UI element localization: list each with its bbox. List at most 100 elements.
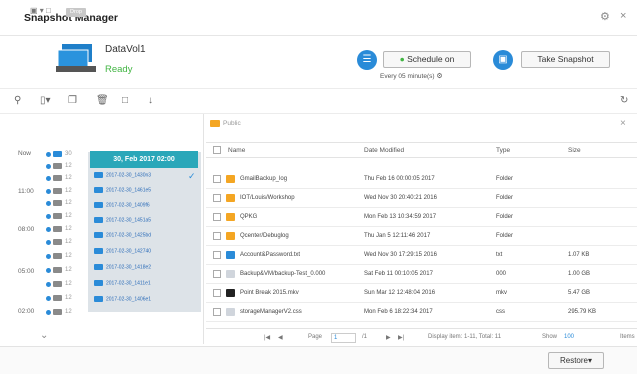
first-page-icon[interactable]: |◀ [264,334,270,341]
timeline-snapshot-icon[interactable] [53,213,62,219]
breadcrumb[interactable]: Public [210,120,241,127]
settings-icon[interactable]: ⚙ [600,10,610,23]
copy-icon[interactable]: ❐ [68,95,77,106]
timeline-date: 30 [65,151,72,157]
snapshot-item[interactable]: 2017-02-30_1425bd [94,232,151,238]
gear-icon[interactable]: ⚙ [436,73,442,80]
take-snapshot-button[interactable]: Take Snapshot [521,51,610,68]
file-name: QPKG [240,214,258,220]
snapshot-item-label: 2017-02-30_1425bd [106,232,152,239]
timeline-dot[interactable] [46,282,51,287]
schedule-button[interactable]: ● Schedule on [383,51,471,68]
row-checkbox[interactable] [213,251,221,259]
timeline-dot[interactable] [46,152,51,157]
row-checkbox[interactable] [213,175,221,183]
search-icon[interactable]: ⚲ [14,95,21,106]
snapshot-item-label: 2017-02-30_1409f6 [106,202,150,209]
row-checkbox[interactable] [213,194,221,202]
row-checkbox[interactable] [213,232,221,240]
snapshot-item[interactable]: 2017-02-30_1409f6 [94,202,150,208]
view-mode-icon[interactable]: ▯▾ [40,95,51,106]
row-checkbox[interactable] [213,270,221,278]
timeline-dot[interactable] [46,214,51,219]
table-row[interactable]: Point Break 2015.mkv Sun Mar 12 12:48:04… [206,284,637,303]
prev-page-icon[interactable]: ◀ [278,334,283,341]
file-date: Wed Nov 30 20:40:21 2016 [364,195,437,201]
table-row[interactable]: Account&Password.txt Wed Nov 30 17:29:15… [206,246,637,265]
delete-icon[interactable]: 🗑 [96,95,109,106]
selected-snapshot-header[interactable]: 30, Feb 2017 02:00 [90,151,198,168]
timeline-dot[interactable] [46,201,51,206]
column-header-size[interactable]: Size [568,147,581,154]
table-row[interactable]: QPKG Mon Feb 13 10:34:59 2017 Folder [206,208,637,227]
row-checkbox[interactable] [213,289,221,297]
timeline-date: 12 [65,163,72,169]
timeline-dot[interactable] [46,268,51,273]
table-row[interactable]: IOT/Louis/Workshop Wed Nov 30 20:40:21 2… [206,189,637,208]
timeline-dot[interactable] [46,189,51,194]
table-row[interactable]: storageManagerV2.css Mon Feb 6 18:22:34 … [206,303,637,322]
layout-toggle-icon[interactable]: ▣ ▾ □ [30,6,51,15]
chevron-down-icon[interactable]: ⌄ [40,330,48,341]
snapshot-icon [94,296,103,302]
timeline-dot[interactable] [46,240,51,245]
timeline-snapshot-icon[interactable] [53,175,62,181]
snapshot-item[interactable]: 2017-02-30_142740 [94,248,151,254]
table-row[interactable]: Backup&VM/backup-Test_0.000 Sat Feb 11 0… [206,265,637,284]
doc-file-icon [226,270,235,278]
restore-button[interactable]: Restore▾ [548,352,604,369]
table-row[interactable]: Qcenter/Debuglog Thu Jan 5 12:11:46 2017… [206,227,637,246]
snapshot-icon [94,217,103,223]
select-all-checkbox[interactable] [213,146,221,154]
snapshot-item[interactable]: 2017-02-30_1461e5 [94,187,151,193]
snapshot-item[interactable]: 2017-02-30_1406e1 [94,296,151,302]
timeline-snapshot-icon[interactable] [53,281,62,287]
timeline-dot[interactable] [46,310,51,315]
timeline-dot[interactable] [46,227,51,232]
snapshot-item[interactable]: 2017-02-30_1451a5 [94,217,151,223]
timeline-snapshot-icon[interactable] [53,239,62,245]
timeline-dot[interactable] [46,296,51,301]
timeline-snapshot-icon[interactable] [53,200,62,206]
timeline-dot[interactable] [46,254,51,259]
next-page-icon[interactable]: ▶ [386,334,391,341]
timeline-snapshot-icon[interactable] [53,253,62,259]
file-name: GmailBackup_log [240,176,288,182]
timeline-dot[interactable] [46,164,51,169]
table-row[interactable]: GmailBackup_log Thu Feb 16 00:00:05 2017… [206,170,637,189]
page-input[interactable]: 1 [331,333,356,343]
page-total: /1 [362,334,368,340]
video-file-icon [226,289,235,297]
items-per-page-select[interactable]: 100 [564,334,574,340]
timeline-snapshot-icon[interactable] [53,188,62,194]
doc-file-icon [226,308,235,316]
close-icon[interactable]: × [620,10,626,22]
schedule-icon[interactable]: ☰ [357,50,377,70]
timeline-snapshot-icon[interactable] [53,163,62,169]
column-header-type[interactable]: Type [496,147,510,154]
file-date: Thu Jan 5 12:11:46 2017 [364,233,431,239]
snapshot-tag[interactable]: Drop [66,8,86,17]
column-header-name[interactable]: Name [228,147,245,154]
close-icon[interactable]: × [620,118,626,129]
timeline-snapshot-icon[interactable] [53,309,62,315]
timeline-date: 12 [65,281,72,287]
snapshot-item[interactable]: 2017-02-30_1430n3 [94,172,151,178]
take-snapshot-icon[interactable]: ▣ [493,50,513,70]
snapshot-item[interactable]: 2017-02-30_1411e1 [94,280,151,286]
refresh-icon[interactable]: ↻ [620,95,628,106]
timeline-snapshot-icon[interactable] [53,226,62,232]
row-checkbox[interactable] [213,213,221,221]
row-checkbox[interactable] [213,308,221,316]
timeline-snapshot-icon[interactable] [53,151,62,157]
snapshot-item[interactable]: 2017-02-30_1418e2 [94,264,151,270]
download-icon[interactable]: ↓ [148,95,153,106]
timeline-snapshot-icon[interactable] [53,295,62,301]
column-header-date[interactable]: Date Modified [364,147,404,154]
folder-icon[interactable]: □ [122,95,128,106]
pagination-bar: |◀ ◀ Page 1 /1 ▶ ▶| Display item: 1-11, … [206,328,637,346]
last-page-icon[interactable]: ▶| [398,334,404,341]
snapshot-icon [94,248,103,254]
timeline-snapshot-icon[interactable] [53,267,62,273]
timeline-dot[interactable] [46,176,51,181]
